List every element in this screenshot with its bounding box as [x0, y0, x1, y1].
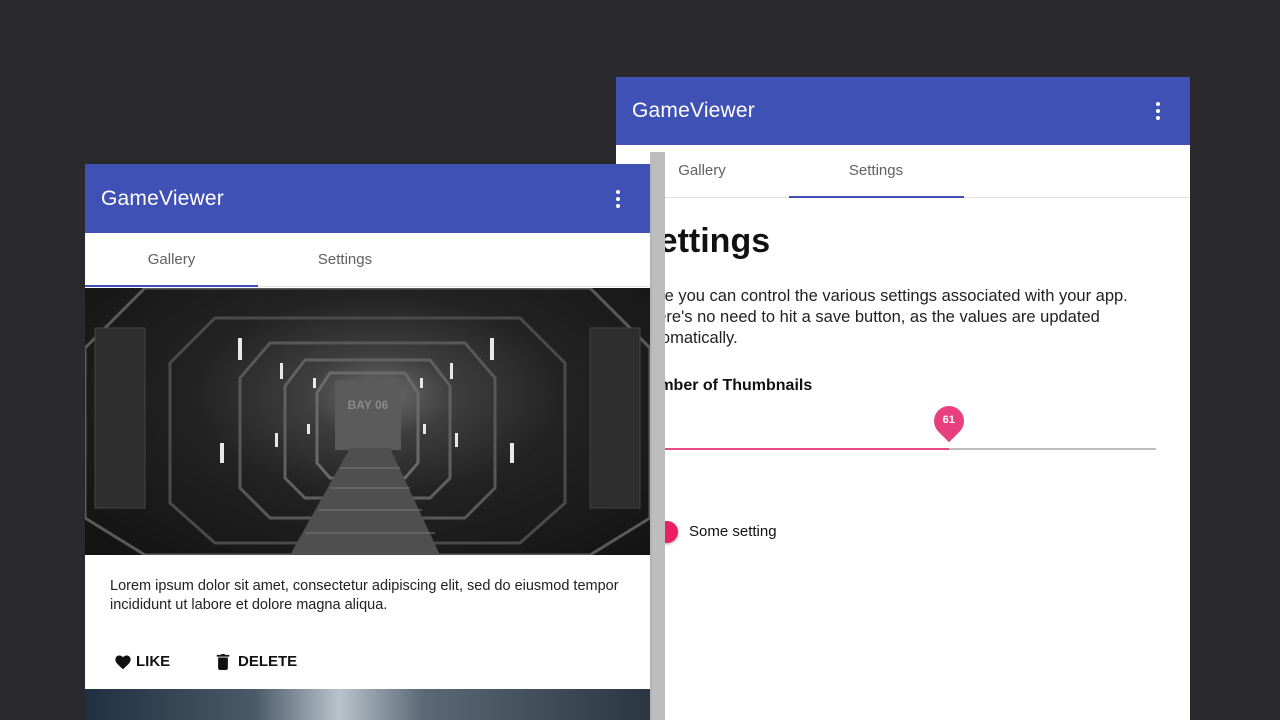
window-shadow: [650, 152, 665, 720]
gallery-window: GameViewer Gallery Settings BAY 06 Lorem…: [85, 164, 650, 720]
more-vert-icon[interactable]: [1154, 100, 1162, 122]
corridor-image: BAY 06: [85, 288, 650, 555]
tab-bar: Gallery Settings: [616, 145, 1190, 198]
settings-window: GameViewer Gallery Settings Settings Her…: [616, 77, 1190, 720]
app-title: GameViewer: [101, 186, 224, 210]
settings-description: Here you can control the various setting…: [638, 287, 1128, 347]
tab-gallery[interactable]: Gallery: [85, 233, 258, 286]
tab-indicator: [85, 285, 258, 287]
tab-bar: Gallery Settings: [85, 233, 650, 287]
app-bar: GameViewer: [85, 164, 650, 233]
tab-settings[interactable]: Settings: [258, 233, 432, 286]
card-text: Lorem ipsum dolor sit amet, consectetur …: [110, 578, 619, 613]
settings-content: Settings Here you can control the variou…: [616, 198, 1190, 720]
app-bar: GameViewer: [616, 77, 1190, 145]
bay-label: BAY 06: [348, 398, 389, 412]
delete-label: DELETE: [238, 653, 298, 670]
toggle-label: Some setting: [689, 523, 777, 540]
more-vert-icon[interactable]: [614, 188, 622, 210]
next-card-image: [85, 689, 650, 720]
trash-icon: [216, 654, 230, 670]
slider-value: 61: [942, 414, 955, 426]
slider-thumb[interactable]: 61: [927, 399, 971, 443]
thumbnails-slider[interactable]: [638, 448, 1156, 450]
app-title: GameViewer: [632, 99, 755, 122]
like-label: LIKE: [136, 653, 171, 670]
tab-settings[interactable]: Settings: [788, 145, 964, 197]
heart-icon: [115, 655, 131, 670]
slider-fill: [638, 448, 949, 450]
